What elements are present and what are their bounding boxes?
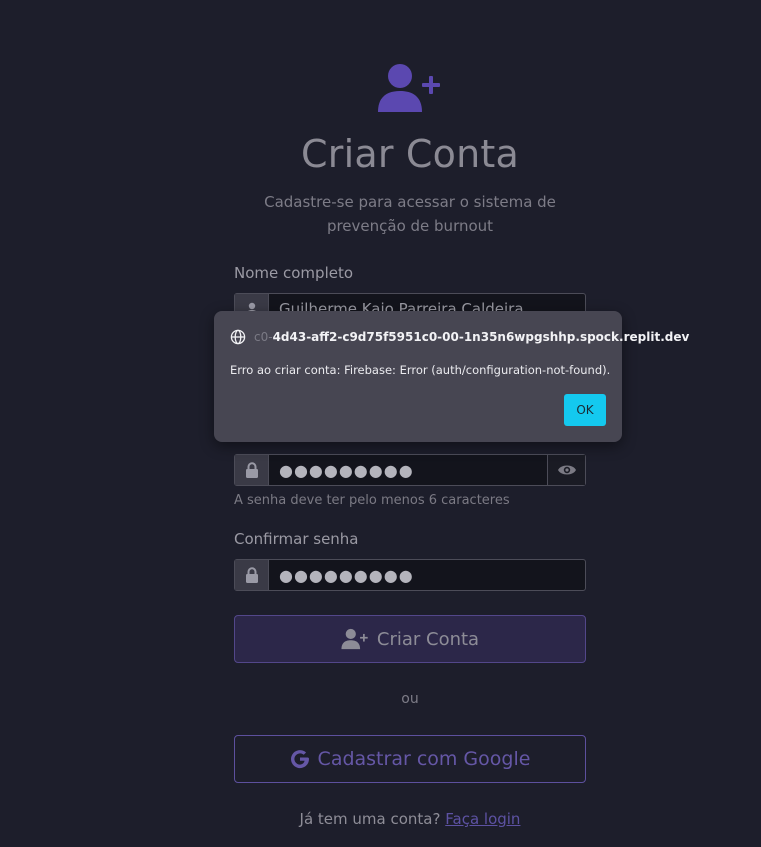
user-plus-icon [378,64,440,112]
google-icon [290,750,309,769]
lock-icon [235,455,269,485]
separator-text: ou [401,691,419,707]
ok-button[interactable]: OK [564,394,606,426]
user-plus-icon [341,628,368,650]
google-signup-button[interactable]: Cadastrar com Google [234,735,586,783]
login-prompt-text: Já tem uma conta? [299,810,441,828]
dialog-origin-faded: c0- [254,330,273,344]
google-signup-label: Cadastrar com Google [317,748,531,770]
create-account-label: Criar Conta [376,628,480,650]
password-field[interactable]: ●●●●●●●●● [269,455,547,485]
dialog-origin: c0-4d43-aff2-c9d75f5951c0-00-1n35n6wpgsh… [230,329,689,345]
dialog-origin-text: 4d43-aff2-c9d75f5951c0-00-1n35n6wpgshhp.… [272,330,690,344]
password-hint: A senha deve ter pelo menos 6 caracteres [234,493,510,508]
confirm-password-label: Confirmar senha [234,530,359,548]
page-subtitle: Cadastre-se para acessar o sistema de pr… [264,193,556,235]
password-input-group: ●●●●●●●●● [234,454,586,486]
confirm-password-input-group: ●●●●●●●●● [234,559,586,591]
alert-dialog: c0-4d43-aff2-c9d75f5951c0-00-1n35n6wpgsh… [214,311,689,442]
create-account-button[interactable]: Criar Conta [234,615,586,663]
login-link[interactable]: Faça login [445,810,520,828]
globe-icon [230,329,246,345]
eye-icon[interactable] [547,455,585,485]
page-title: Criar Conta [301,132,519,176]
lock-icon [235,560,269,590]
dialog-message: Erro ao criar conta: Firebase: Error (au… [230,363,611,377]
confirm-password-field[interactable]: ●●●●●●●●● [269,560,585,590]
name-label: Nome completo [234,264,354,282]
login-prompt: Já tem uma conta? Faça login [0,810,761,828]
